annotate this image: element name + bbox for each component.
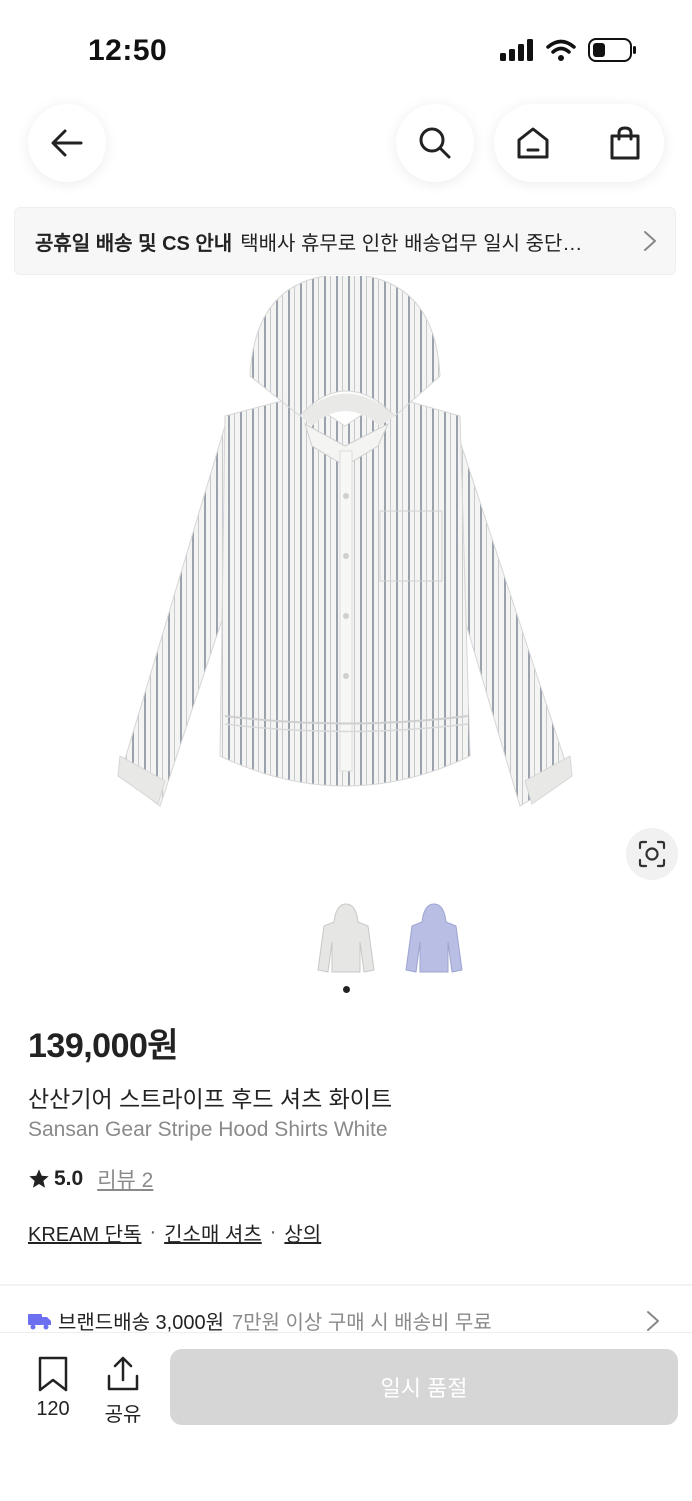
wifi-icon (546, 39, 576, 61)
review-link[interactable]: 리뷰 2 (97, 1164, 153, 1194)
search-icon (419, 127, 451, 159)
lens-search-icon (638, 840, 666, 868)
category-link-exclusive[interactable]: KREAM 단독 (28, 1218, 141, 1247)
shopping-bag-icon (610, 126, 640, 160)
category-link-longsleeve[interactable]: 긴소매 셔츠 (164, 1218, 262, 1247)
carousel-indicator (343, 986, 350, 993)
cart-button[interactable] (586, 104, 664, 182)
product-image[interactable] (0, 276, 692, 896)
share-label: 공유 (104, 1404, 142, 1426)
category-link-tops[interactable]: 상의 (284, 1218, 321, 1247)
thumbnail-blue[interactable] (404, 902, 464, 974)
shipping-note: 7만원 이상 구매 시 배송비 무료 (232, 1312, 492, 1334)
bookmark-count: 120 (36, 1398, 70, 1420)
header-pill (494, 104, 664, 182)
back-arrow-icon (51, 129, 83, 157)
category-links: KREAM 단독 · 긴소매 셔츠 · 상의 (28, 1218, 321, 1247)
search-button[interactable] (396, 104, 474, 182)
chevron-right-icon (647, 1311, 659, 1331)
thumbnail-white[interactable] (316, 902, 376, 974)
status-icons (500, 38, 636, 62)
shipping-info[interactable]: 브랜드배송 3,000원 7만원 이상 구매 시 배송비 무료 (28, 1306, 492, 1335)
product-name-ko: 산산기어 스트라이프 후드 셔츠 화이트 (28, 1086, 393, 1112)
status-time: 12:50 (88, 34, 168, 67)
back-button[interactable] (28, 104, 106, 182)
rating: 5.0 리뷰 2 (28, 1164, 153, 1194)
bookmark-button[interactable] (30, 1356, 76, 1397)
bookmark-icon (38, 1356, 68, 1392)
notice-text: 택배사 휴무로 인한 배송업무 일시 중단… (240, 232, 583, 255)
battery-icon (588, 38, 636, 62)
rating-score: 5.0 (54, 1167, 84, 1190)
notice-title: 공휴일 배송 및 CS 안내 (35, 232, 233, 255)
section-divider (0, 1284, 692, 1286)
home-icon (517, 127, 549, 159)
category-separator: · (149, 1221, 157, 1243)
share-button[interactable] (100, 1356, 146, 1397)
shipping-label: 브랜드배송 3,000원 (58, 1312, 225, 1334)
price: 139,000원 (28, 1027, 179, 1065)
lens-search-button[interactable] (626, 828, 678, 880)
home-button[interactable] (494, 104, 572, 182)
signal-icon (500, 39, 533, 61)
category-separator: · (269, 1221, 277, 1243)
chevron-right-icon (644, 231, 656, 251)
product-name-en: Sansan Gear Stripe Hood Shirts White (28, 1118, 388, 1141)
truck-icon (28, 1313, 51, 1329)
star-icon (29, 1169, 49, 1188)
notice-banner[interactable]: 공휴일 배송 및 CS 안내 택배사 휴무로 인한 배송업무 일시 중단… (14, 207, 676, 275)
share-icon (107, 1356, 139, 1391)
sold-out-button[interactable]: 일시 품절 (170, 1349, 678, 1425)
